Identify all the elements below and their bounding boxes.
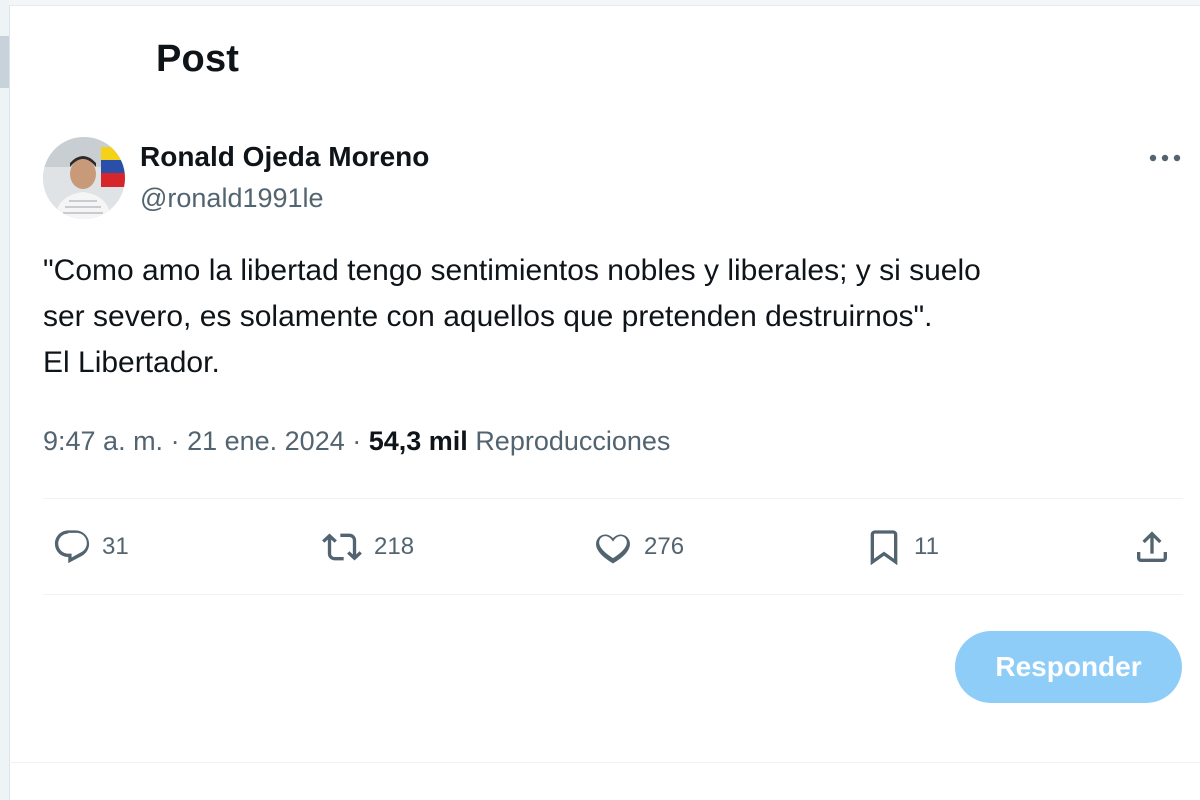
profile-photo-icon xyxy=(43,137,125,219)
share-icon xyxy=(1137,531,1167,562)
views-count: 54,3 mil xyxy=(368,426,468,456)
share-action[interactable] xyxy=(1132,526,1172,568)
author-handle[interactable]: @ronald1991le xyxy=(140,183,324,214)
post-text-line: ser severo, es solamente con aquellos qu… xyxy=(43,300,933,333)
reply-count: 31 xyxy=(102,533,129,560)
post-text: "Como amo la libertad tengo sentimientos… xyxy=(43,248,1173,386)
reply-action[interactable]: 31 xyxy=(52,526,129,568)
post-date[interactable]: 21 ene. 2024 xyxy=(187,426,345,456)
divider xyxy=(43,498,1183,499)
post-meta: 9:47 a. m. · 21 ene. 2024 · 54,3 mil Rep… xyxy=(43,426,670,457)
meta-separator: · xyxy=(163,426,188,456)
post-page: Post Ronald Ojeda Moreno @ronald1991le "… xyxy=(0,0,1200,800)
bottom-border xyxy=(9,762,1200,763)
avatar[interactable] xyxy=(43,137,125,219)
repost-count: 218 xyxy=(374,533,415,560)
author-name[interactable]: Ronald Ojeda Moreno xyxy=(140,141,429,173)
divider xyxy=(43,594,1183,595)
more-icon xyxy=(1149,154,1181,162)
bookmark-count: 11 xyxy=(914,533,939,560)
post-text-line: "Como amo la libertad tengo sentimientos… xyxy=(43,254,981,287)
like-action[interactable]: 276 xyxy=(592,526,684,568)
post-text-line: El Libertador. xyxy=(43,346,220,379)
top-border xyxy=(9,0,1200,6)
reply-icon xyxy=(54,530,90,564)
like-count: 276 xyxy=(644,533,685,560)
bookmark-action[interactable]: 11 xyxy=(864,526,939,568)
left-scrollbar[interactable] xyxy=(0,0,10,800)
more-options-button[interactable] xyxy=(1140,140,1190,176)
repost-icon xyxy=(322,533,362,561)
page-title: Post xyxy=(156,38,240,80)
meta-separator: · xyxy=(344,426,369,456)
post-time[interactable]: 9:47 a. m. xyxy=(43,426,163,456)
reply-button[interactable]: Responder xyxy=(955,631,1182,703)
heart-icon xyxy=(596,534,630,564)
bookmark-icon xyxy=(870,530,898,566)
scrollbar-thumb[interactable] xyxy=(0,36,9,88)
views-label: Reproducciones xyxy=(475,426,671,456)
repost-action[interactable]: 218 xyxy=(320,526,414,568)
